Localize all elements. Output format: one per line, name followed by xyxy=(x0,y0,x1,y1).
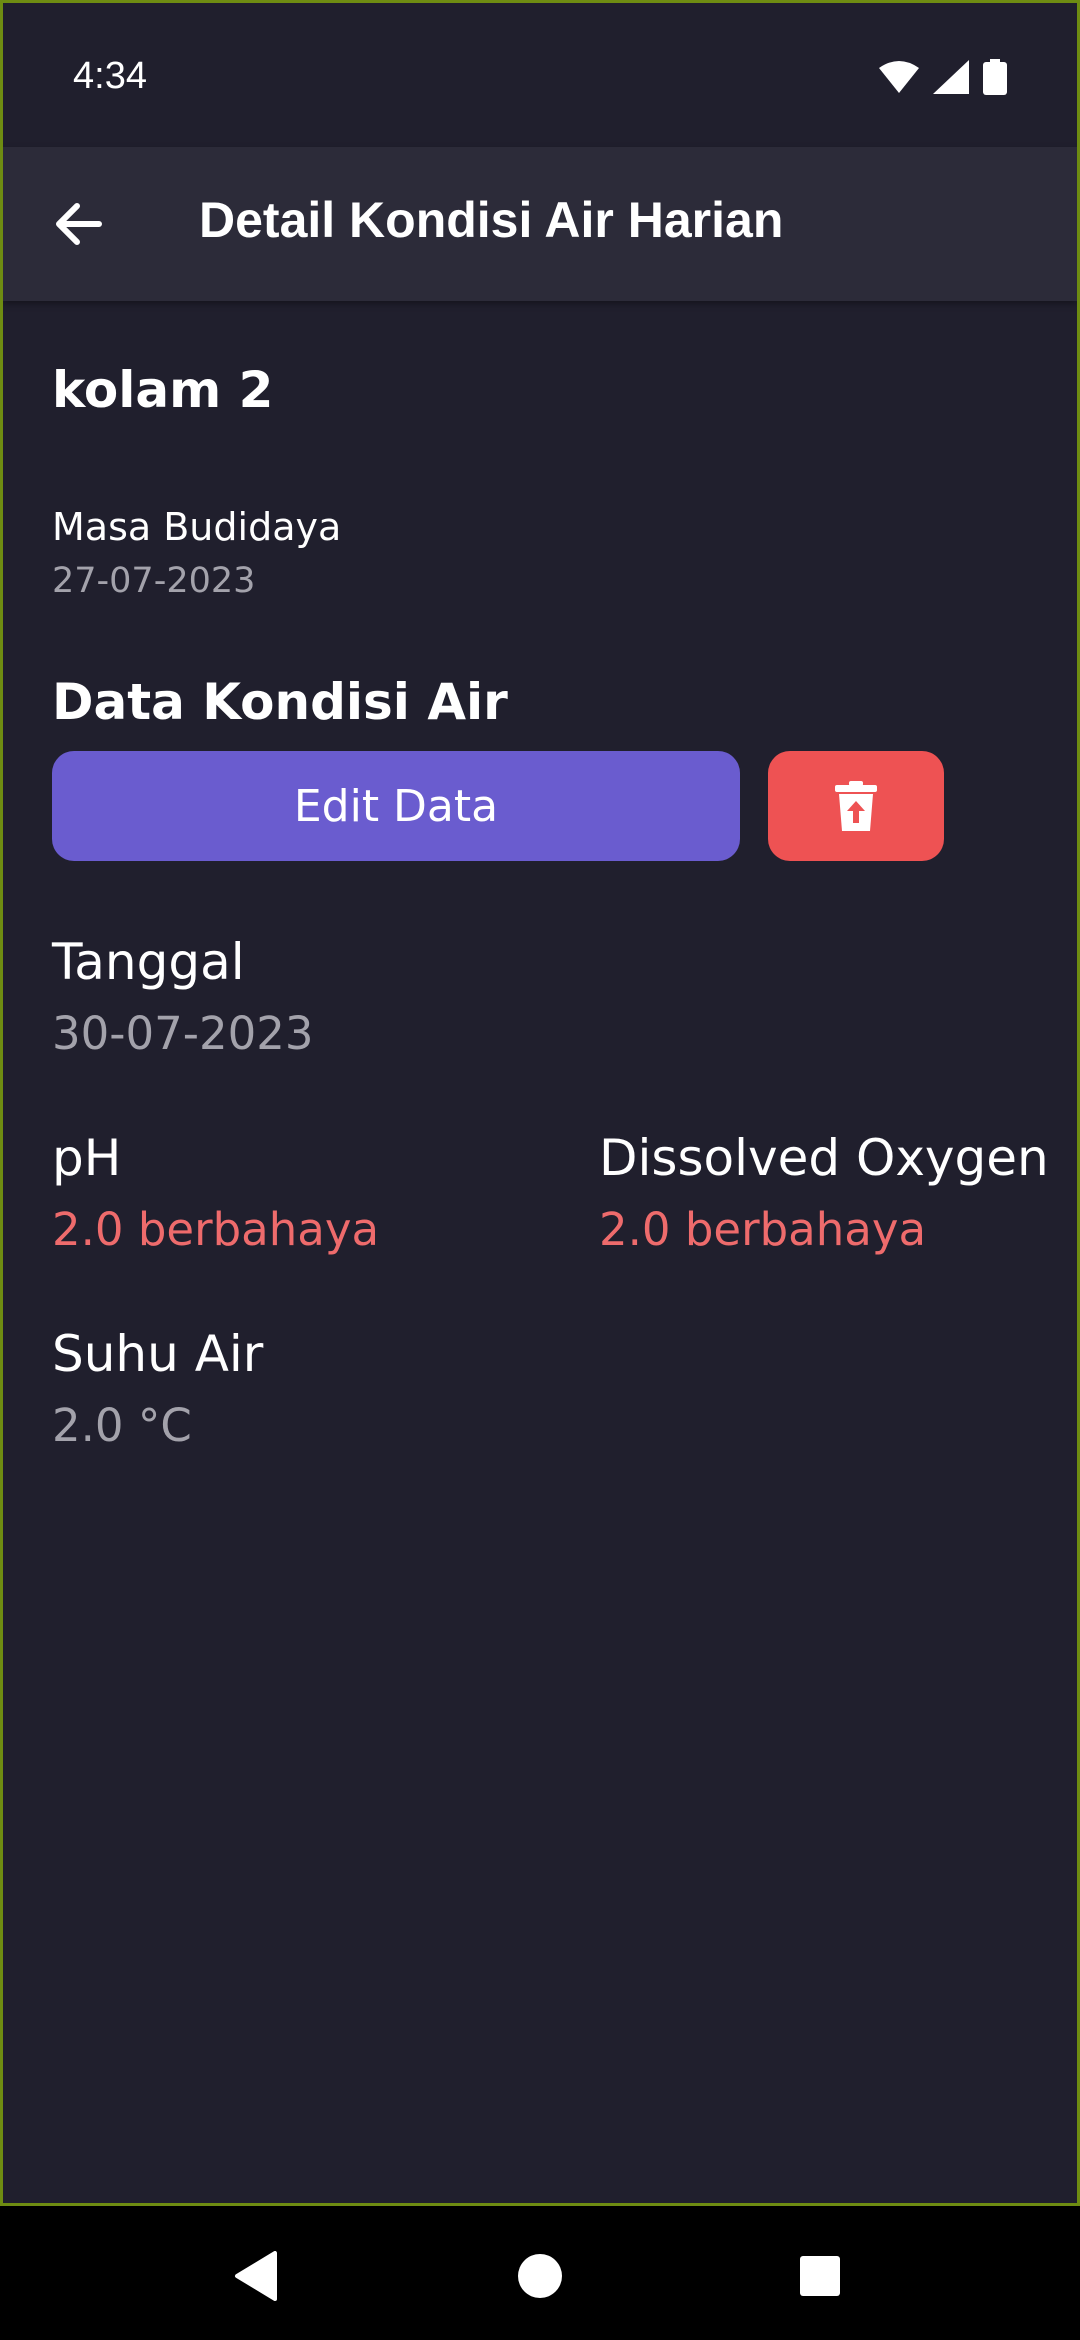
battery-icon xyxy=(983,59,1007,95)
status-time: 4:34 xyxy=(73,55,147,97)
section-title: Data Kondisi Air xyxy=(52,673,508,731)
arrow-left-icon xyxy=(56,203,102,245)
edit-data-label: Edit Data xyxy=(293,780,499,832)
status-icons xyxy=(879,59,1007,95)
dissolved-oxygen-value: 2.0 berbahaya xyxy=(599,1203,927,1256)
tanggal-value: 30-07-2023 xyxy=(52,1007,314,1060)
pond-name: kolam 2 xyxy=(52,361,274,419)
trash-icon xyxy=(835,781,877,831)
square-recents-icon xyxy=(800,2256,840,2296)
ph-value: 2.0 berbahaya xyxy=(52,1203,380,1256)
triangle-back-icon xyxy=(235,2251,277,2301)
masa-budidaya-label: Masa Budidaya xyxy=(52,505,342,549)
page-title: Detail Kondisi Air Harian xyxy=(199,192,784,248)
suhu-air-value: 2.0 °C xyxy=(52,1399,192,1452)
app-screen: 4:34 Detail Kondisi Air Harian kolam 2 M… xyxy=(0,0,1080,2206)
signal-icon xyxy=(933,60,969,94)
nav-back-button[interactable] xyxy=(216,2236,296,2316)
ph-label: pH xyxy=(52,1129,122,1187)
delete-button[interactable] xyxy=(768,751,944,861)
wifi-icon xyxy=(879,61,919,93)
circle-home-icon xyxy=(518,2254,562,2298)
status-bar: 4:34 xyxy=(3,3,1077,147)
nav-home-button[interactable] xyxy=(500,2236,580,2316)
dissolved-oxygen-label: Dissolved Oxygen xyxy=(599,1129,1049,1187)
edit-data-button[interactable]: Edit Data xyxy=(52,751,740,861)
app-bar: Detail Kondisi Air Harian xyxy=(3,147,1077,301)
suhu-air-label: Suhu Air xyxy=(52,1325,264,1383)
nav-recents-button[interactable] xyxy=(780,2236,860,2316)
system-nav-bar xyxy=(0,2206,1080,2340)
tanggal-label: Tanggal xyxy=(52,933,245,991)
masa-budidaya-value: 27-07-2023 xyxy=(52,561,256,601)
back-button[interactable] xyxy=(33,179,123,269)
